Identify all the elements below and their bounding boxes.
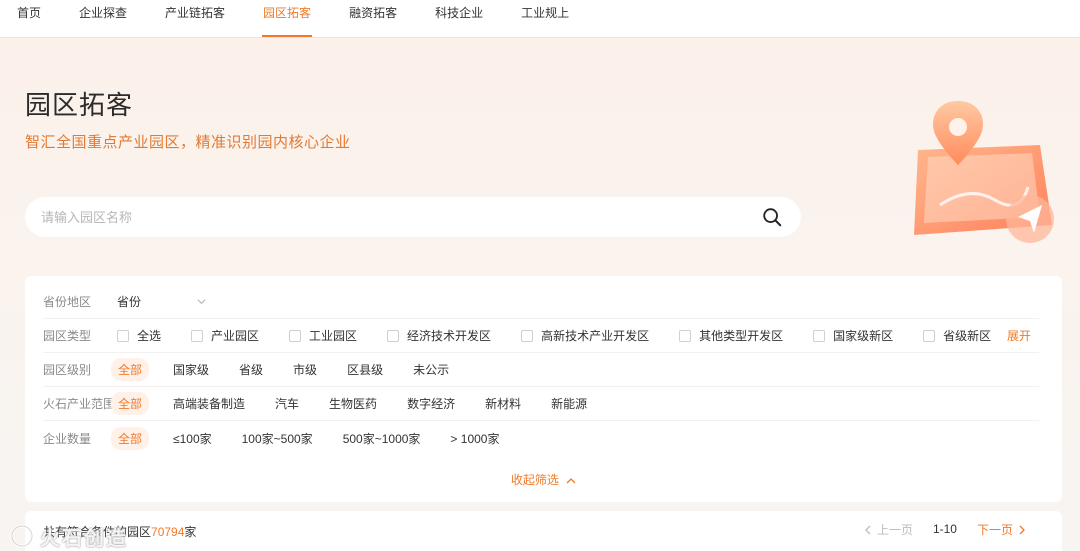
filter-label: 省份地区 bbox=[43, 295, 92, 309]
results-bar: 共有符合条件的园区70794家 上一页 1-10 下一页 bbox=[25, 511, 1062, 551]
filter-row-province: 省份地区 省份 bbox=[43, 285, 1039, 319]
province-select-value: 省份 bbox=[117, 295, 142, 309]
expand-button[interactable]: 展开 bbox=[1007, 327, 1031, 344]
filter-row-industry: 火石产业范围 全部 高端装备制造 汽车 生物医药 数字经济 新材料 新能源 bbox=[43, 387, 1039, 421]
next-page-button[interactable]: 下一页 bbox=[977, 521, 1026, 538]
nav-item-chain-prospect[interactable]: 产业链拓客 bbox=[164, 0, 226, 38]
filter-label: 园区级别 bbox=[43, 363, 92, 377]
checkbox-box[interactable] bbox=[191, 329, 204, 342]
checkbox-box[interactable] bbox=[387, 329, 400, 342]
checkbox-other-zone[interactable]: 其他类型开发区 bbox=[679, 327, 783, 344]
option-county[interactable]: 区县级 bbox=[347, 361, 383, 378]
chevron-left-icon bbox=[865, 525, 871, 534]
page-subtitle: 智汇全国重点产业园区，精准识别园内核心企业 bbox=[25, 134, 351, 151]
checkbox-box[interactable] bbox=[521, 329, 534, 342]
option-over-1000[interactable]: > 1000家 bbox=[450, 430, 499, 447]
chevron-down-icon bbox=[197, 299, 206, 305]
option-provincial[interactable]: 省级 bbox=[239, 361, 263, 378]
option-city[interactable]: 市级 bbox=[293, 361, 317, 378]
search-box bbox=[25, 197, 801, 237]
checkbox-economic-zone[interactable]: 经济技术开发区 bbox=[387, 327, 491, 344]
results-suffix: 家 bbox=[184, 524, 197, 539]
filter-row-company-count: 企业数量 全部 ≤100家 100家~500家 500家~1000家 > 100… bbox=[43, 421, 1039, 455]
prev-page-label: 上一页 bbox=[876, 522, 913, 537]
checkbox-national-new-area[interactable]: 国家级新区 bbox=[813, 327, 893, 344]
filter-panel: 省份地区 省份 园区类型 全选 产业园区 工业园区 经济技术开发区 高新技术产业… bbox=[25, 276, 1062, 502]
filter-label: 企业数量 bbox=[43, 431, 92, 446]
page-range: 1-10 bbox=[932, 522, 957, 536]
option-automotive[interactable]: 汽车 bbox=[275, 395, 299, 412]
checkbox-box[interactable] bbox=[923, 329, 936, 342]
nav-item-home[interactable]: 首页 bbox=[16, 0, 42, 38]
map-pin-illustration-icon bbox=[914, 101, 1054, 243]
option-biomedicine[interactable]: 生物医药 bbox=[329, 395, 377, 412]
filter-label: 火石产业范围 bbox=[43, 397, 116, 411]
search-icon[interactable] bbox=[761, 206, 783, 228]
search-input[interactable] bbox=[41, 209, 761, 225]
option-all[interactable]: 全部 bbox=[111, 392, 150, 415]
option-500-1000[interactable]: 500家~1000家 bbox=[343, 430, 421, 447]
chevron-up-icon bbox=[566, 477, 576, 484]
province-select[interactable]: 省份 bbox=[117, 293, 209, 310]
option-national[interactable]: 国家级 bbox=[173, 361, 209, 378]
filter-row-park-type: 园区类型 全选 产业园区 工业园区 经济技术开发区 高新技术产业开发区 其他类型… bbox=[43, 319, 1039, 353]
option-all[interactable]: 全部 bbox=[111, 358, 150, 381]
collapse-filters-label: 收起筛选 bbox=[510, 473, 559, 487]
collapse-filters-button[interactable]: 收起筛选 bbox=[25, 471, 1062, 488]
checkbox-box[interactable] bbox=[117, 329, 129, 342]
checkbox-hightech-zone[interactable]: 高新技术产业开发区 bbox=[521, 327, 649, 344]
pagination: 上一页 1-10 下一页 bbox=[864, 511, 1026, 547]
nav-item-company-explore[interactable]: 企业探查 bbox=[78, 0, 128, 38]
nav-item-industrial-scale[interactable]: 工业规上 bbox=[520, 0, 570, 38]
nav-item-financing-prospect[interactable]: 融资拓客 bbox=[348, 0, 398, 38]
checkbox-label: 其他类型开发区 bbox=[699, 329, 784, 343]
checkbox-box[interactable] bbox=[289, 329, 302, 342]
prev-page-button[interactable]: 上一页 bbox=[864, 521, 913, 538]
nav-item-tech-companies[interactable]: 科技企业 bbox=[434, 0, 484, 38]
option-high-end-equipment[interactable]: 高端装备制造 bbox=[173, 395, 245, 412]
checkbox-provincial-new-area[interactable]: 省级新区 bbox=[923, 327, 991, 344]
watermark-text: 火石创造 bbox=[40, 528, 128, 550]
option-undisclosed[interactable]: 未公示 bbox=[413, 361, 449, 378]
option-new-materials[interactable]: 新材料 bbox=[485, 395, 521, 412]
checkbox-factory-park[interactable]: 工业园区 bbox=[289, 327, 357, 344]
page-title: 园区拓客 bbox=[25, 90, 134, 120]
filter-row-park-level: 园区级别 全部 国家级 省级 市级 区县级 未公示 bbox=[43, 353, 1039, 387]
option-new-energy[interactable]: 新能源 bbox=[551, 395, 587, 412]
checkbox-box[interactable] bbox=[679, 329, 692, 342]
option-100-500[interactable]: 100家~500家 bbox=[242, 430, 313, 447]
chevron-right-icon bbox=[1019, 525, 1025, 534]
filter-label: 园区类型 bbox=[43, 329, 92, 343]
checkbox-label: 省级新区 bbox=[943, 329, 992, 343]
option-all[interactable]: 全部 bbox=[111, 426, 150, 450]
next-page-label: 下一页 bbox=[976, 522, 1013, 537]
top-nav: 首页 企业探查 产业链拓客 园区拓客 融资拓客 科技企业 工业规上 bbox=[0, 0, 1080, 38]
checkbox-industrial-park[interactable]: 产业园区 bbox=[191, 327, 259, 344]
checkbox-label: 国家级新区 bbox=[833, 329, 894, 343]
checkbox-label: 高新技术产业开发区 bbox=[541, 329, 650, 343]
checkbox-label: 全选 bbox=[137, 329, 162, 343]
checkbox-box[interactable] bbox=[813, 329, 826, 342]
checkbox-label: 产业园区 bbox=[211, 329, 260, 343]
checkbox-label: 经济技术开发区 bbox=[407, 329, 492, 343]
option-digital-economy[interactable]: 数字经济 bbox=[407, 395, 455, 412]
checkbox-select-all[interactable]: 全选 bbox=[117, 327, 161, 344]
checkbox-label: 工业园区 bbox=[309, 329, 358, 343]
results-count-number: 70794 bbox=[151, 524, 185, 539]
nav-item-park-prospect[interactable]: 园区拓客 bbox=[262, 0, 313, 38]
option-under-100[interactable]: ≤100家 bbox=[173, 430, 212, 447]
